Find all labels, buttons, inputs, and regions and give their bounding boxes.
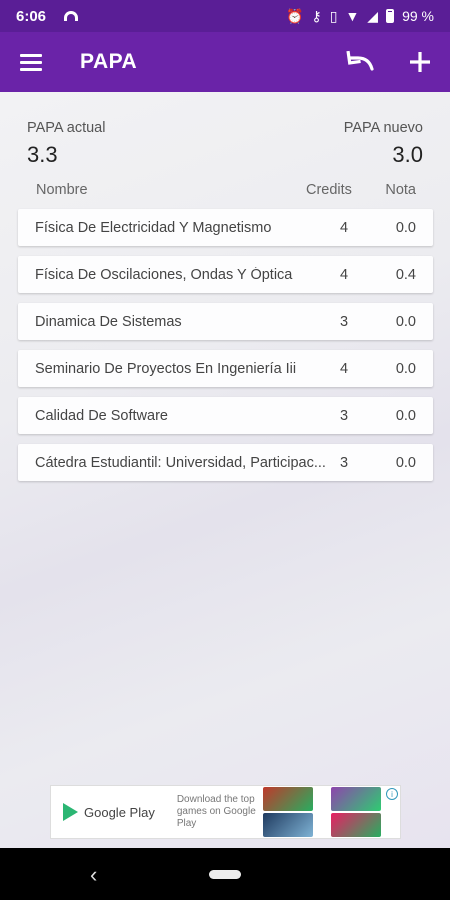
course-credits: 3	[339, 407, 349, 424]
game-tile-icon	[330, 787, 381, 811]
header-name: Nombre	[36, 182, 88, 198]
course-name: Física De Oscilaciones, Ondas Y Óptica	[35, 266, 293, 283]
game-tile-icon	[262, 813, 313, 837]
course-row[interactable]: Calidad De Software 3 0.0	[18, 397, 433, 434]
notification-icon	[64, 11, 79, 21]
status-time: 6:06	[16, 7, 47, 25]
battery-icon	[386, 9, 395, 23]
ad-info-icon[interactable]: i	[386, 788, 398, 800]
course-row[interactable]: Dinamica De Sistemas 3 0.0	[18, 303, 433, 340]
add-icon	[410, 52, 430, 72]
course-list: Física De Electricidad Y Magnetismo 4 0.…	[18, 209, 433, 491]
course-row[interactable]: Cátedra Estudiantil: Universidad, Partic…	[18, 444, 433, 481]
menu-button[interactable]	[0, 32, 62, 92]
course-grade: 0.0	[395, 360, 416, 377]
course-name: Dinamica De Sistemas	[35, 313, 182, 330]
course-grade: 0.0	[395, 313, 416, 330]
main-content: PAPA actual 3.3 PAPA nuevo 3.0 Nombre Cr…	[0, 92, 450, 848]
vibrate-icon: ▯	[329, 7, 338, 24]
course-name: Cátedra Estudiantil: Universidad, Partic…	[35, 454, 326, 471]
papa-new: PAPA nuevo 3.0	[344, 120, 423, 168]
menu-icon	[20, 54, 42, 71]
game-tile-icon	[262, 787, 313, 811]
add-button[interactable]	[390, 32, 450, 92]
ad-brand: Google Play	[84, 804, 155, 820]
papa-current: PAPA actual 3.3	[27, 120, 105, 168]
course-grade: 0.0	[395, 407, 416, 424]
course-name: Seminario De Proyectos En Ingeniería Iii	[35, 360, 297, 377]
course-credits: 3	[339, 313, 349, 330]
key-icon: ⚷	[311, 7, 322, 24]
course-grade: 0.0	[395, 219, 416, 236]
course-name: Física De Electricidad Y Magnetismo	[35, 219, 272, 236]
course-credits: 4	[339, 219, 349, 236]
undo-button[interactable]	[330, 32, 390, 92]
google-play-icon	[63, 803, 78, 821]
header-grade: Nota	[385, 182, 416, 198]
alarm-icon: ⏰	[286, 7, 304, 24]
header-credits: Credits	[306, 182, 352, 198]
system-nav-bar: ‹	[0, 848, 450, 900]
app-bar-actions	[330, 32, 450, 92]
back-icon[interactable]: ‹	[90, 862, 97, 888]
course-credits: 4	[339, 266, 349, 283]
papa-summary: PAPA actual 3.3 PAPA nuevo 3.0	[27, 120, 423, 168]
home-pill-icon[interactable]	[209, 869, 241, 879]
course-grade: 0.0	[395, 454, 416, 471]
game-tile-icon	[330, 813, 381, 837]
battery-level: 99 %	[402, 8, 434, 24]
course-credits: 4	[339, 360, 349, 377]
undo-icon	[346, 50, 374, 71]
status-icons: ⏰ ⚷ ▯ ▼ ◢ 99 %	[286, 8, 434, 25]
papa-current-label: PAPA actual	[27, 120, 106, 136]
papa-new-value: 3.0	[392, 142, 423, 167]
papa-new-label: PAPA nuevo	[343, 120, 423, 136]
course-row[interactable]: Física De Oscilaciones, Ondas Y Óptica 4…	[18, 256, 433, 293]
course-row[interactable]: Física De Electricidad Y Magnetismo 4 0.…	[18, 209, 433, 246]
course-row[interactable]: Seminario De Proyectos En Ingeniería Iii…	[18, 350, 433, 387]
ad-text: Download the top games on Google Play	[176, 794, 256, 829]
google-play-logo: Google Play	[63, 803, 155, 821]
ad-game-tiles	[262, 787, 381, 837]
table-header: Nombre Credits Nota	[36, 182, 416, 198]
signal-icon: ◢	[367, 7, 379, 24]
wifi-icon: ▼	[345, 8, 360, 24]
ad-banner[interactable]: Google Play Download the top games on Go…	[50, 785, 401, 839]
app-title: PAPA	[80, 50, 138, 73]
app-bar: PAPA	[0, 32, 450, 92]
course-grade: 0.4	[395, 266, 416, 283]
papa-current-value: 3.3	[27, 142, 58, 167]
course-name: Calidad De Software	[35, 407, 168, 424]
status-bar: 6:06 ⏰ ⚷ ▯ ▼ ◢ 99 %	[0, 0, 450, 32]
course-credits: 3	[339, 454, 349, 471]
